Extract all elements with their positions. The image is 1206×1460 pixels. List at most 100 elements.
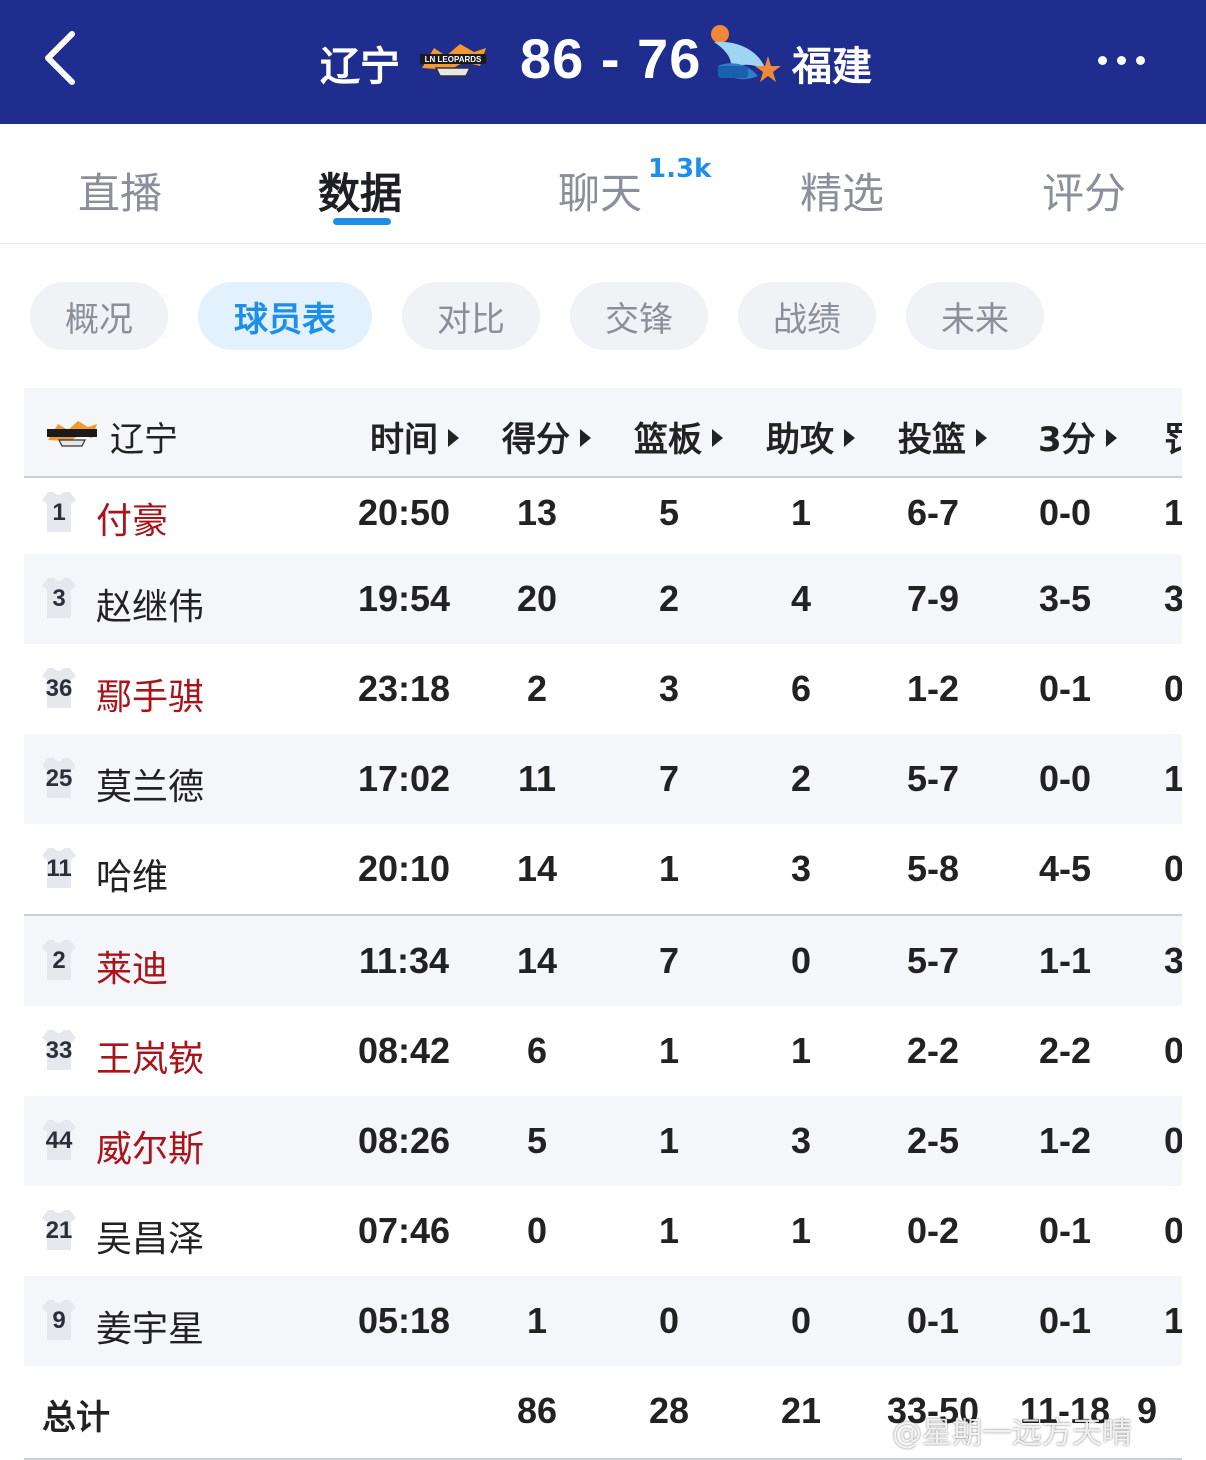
col-header-rebounds[interactable]: 篮板 <box>634 412 723 461</box>
col-header-assists[interactable]: 助攻 <box>766 412 855 461</box>
tab-data[interactable]: 数据 <box>318 160 402 221</box>
stat-time: 17:02 <box>357 758 451 799</box>
jersey-number: 11 <box>46 855 72 882</box>
active-tab-indicator <box>333 218 391 225</box>
main-tabs: 直播 数据 聊天 1.3k 精选 评分 <box>0 124 1206 244</box>
stat-pts: 11 <box>517 758 557 799</box>
player-name[interactable]: 付豪 <box>96 492 168 544</box>
pill-head-to-head[interactable]: 交锋 <box>570 282 708 350</box>
stat-fg: 0-1 <box>906 1300 960 1341</box>
sub-tabs: 概况 球员表 对比 交锋 战绩 未来 <box>0 244 1206 386</box>
stat-three: 2-2 <box>1038 1030 1092 1071</box>
table-row[interactable]: 1 付豪 20:50 13 5 1 6-7 0-0 1 <box>24 478 1182 554</box>
stat-time: 08:26 <box>357 1120 451 1161</box>
stat-ft: 0 <box>1164 1210 1182 1251</box>
player-name[interactable]: 莫兰德 <box>96 758 204 810</box>
stat-time: 07:46 <box>357 1210 451 1251</box>
stat-fg: 2-2 <box>906 1030 960 1071</box>
table-row[interactable]: 33 王岚嵚 08:42 6 1 1 2-2 2-2 0 <box>24 1006 1182 1096</box>
stat-reb: 7 <box>658 940 680 981</box>
stat-fg: 1-2 <box>906 668 960 709</box>
stat-ast: 6 <box>790 668 812 709</box>
stat-fg: 5-8 <box>906 848 960 889</box>
pill-overview[interactable]: 概况 <box>30 282 168 350</box>
player-name[interactable]: 威尔斯 <box>96 1120 204 1172</box>
stat-time: 20:10 <box>357 848 451 889</box>
stat-ft: 0 <box>1164 848 1182 889</box>
stat-ast: 1 <box>790 1210 812 1251</box>
table-row[interactable]: 11 哈维 20:10 14 1 3 5-8 4-5 0 <box>24 824 1182 914</box>
sort-arrow-icon <box>580 429 591 447</box>
jersey-icon: 21 <box>40 1208 78 1252</box>
stat-reb: 1 <box>658 1120 680 1161</box>
stat-reb: 1 <box>658 848 680 889</box>
pill-compare[interactable]: 对比 <box>402 282 540 350</box>
stat-fg: 6-7 <box>906 492 960 533</box>
table-row[interactable]: 25 莫兰德 17:02 11 7 2 5-7 0-0 1 <box>24 734 1182 824</box>
pill-upcoming[interactable]: 未来 <box>906 282 1044 350</box>
totals-assists: 21 <box>780 1390 822 1431</box>
team-logo-small <box>47 421 97 447</box>
back-arrow-icon[interactable] <box>38 28 90 88</box>
svg-text:LN LEOPARDS: LN LEOPARDS <box>425 55 482 64</box>
tab-chat[interactable]: 聊天 <box>558 160 642 221</box>
away-team-name: 福建 <box>792 44 872 90</box>
table-row[interactable]: 2 莱迪 11:34 14 7 0 5-7 1-1 3 <box>24 914 1182 1006</box>
table-row[interactable]: 36 鄢手骐 23:18 2 3 6 1-2 0-1 0 <box>24 644 1182 734</box>
stat-ast: 0 <box>790 940 812 981</box>
stat-pts: 6 <box>526 1030 548 1071</box>
stat-fg: 0-2 <box>906 1210 960 1251</box>
jersey-icon: 33 <box>40 1028 78 1072</box>
player-name[interactable]: 王岚嵚 <box>96 1030 204 1082</box>
table-row[interactable]: 9 姜宇星 05:18 1 0 0 0-1 0-1 1 <box>24 1276 1182 1366</box>
stat-three: 0-1 <box>1038 1300 1092 1341</box>
stat-reb: 3 <box>658 668 680 709</box>
home-team-name: 辽宁 <box>320 44 400 90</box>
table-row[interactable]: 44 威尔斯 08:26 5 1 3 2-5 1-2 0 <box>24 1096 1182 1186</box>
jersey-icon: 36 <box>40 666 78 710</box>
tab-live[interactable]: 直播 <box>78 160 162 221</box>
player-name[interactable]: 哈维 <box>96 848 168 900</box>
col-header-field-goals[interactable]: 投篮 <box>898 412 987 461</box>
stat-three: 0-1 <box>1038 668 1092 709</box>
sort-arrow-icon <box>448 429 459 447</box>
player-name[interactable]: 鄢手骐 <box>96 668 204 720</box>
stat-fg: 5-7 <box>906 758 960 799</box>
col-header-three-pointers[interactable]: 3分 <box>1038 412 1117 461</box>
more-menu-icon[interactable] <box>1098 50 1158 66</box>
table-row[interactable]: 21 吴昌泽 07:46 0 1 1 0-2 0-1 0 <box>24 1186 1182 1276</box>
player-name[interactable]: 姜宇星 <box>96 1300 204 1352</box>
stat-fg: 2-5 <box>906 1120 960 1161</box>
watermark-text: @星期一远方天晴 <box>892 1416 1132 1451</box>
col-header-free-throws[interactable]: 罚 <box>1164 412 1182 461</box>
jersey-icon: 1 <box>40 490 78 534</box>
player-name[interactable]: 吴昌泽 <box>96 1210 204 1262</box>
sort-arrow-icon <box>976 429 987 447</box>
sort-arrow-icon <box>844 429 855 447</box>
stat-ft: 1 <box>1164 492 1182 533</box>
col-header-time[interactable]: 时间 <box>370 412 459 461</box>
pill-record[interactable]: 战绩 <box>738 282 876 350</box>
stat-pts: 0 <box>526 1210 548 1251</box>
stat-time: 19:54 <box>357 578 451 619</box>
stat-reb: 1 <box>658 1210 680 1251</box>
totals-rebounds: 28 <box>648 1390 690 1431</box>
jersey-number: 33 <box>45 1037 73 1064</box>
player-name[interactable]: 莱迪 <box>96 940 168 992</box>
jersey-number: 21 <box>45 1217 73 1244</box>
tab-ratings[interactable]: 评分 <box>1042 160 1126 221</box>
tab-highlights[interactable]: 精选 <box>800 160 884 221</box>
stat-time: 23:18 <box>357 668 451 709</box>
stat-ft: 1 <box>1164 758 1182 799</box>
col-header-points[interactable]: 得分 <box>502 412 591 461</box>
stat-ft: 1 <box>1164 1300 1182 1341</box>
stat-three: 3-5 <box>1038 578 1092 619</box>
jersey-number: 44 <box>45 1127 73 1154</box>
stat-reb: 5 <box>658 492 680 533</box>
stat-three: 4-5 <box>1038 848 1092 889</box>
stat-time: 05:18 <box>357 1300 451 1341</box>
player-name[interactable]: 赵继伟 <box>96 578 204 630</box>
pill-player-stats[interactable]: 球员表 <box>198 282 372 350</box>
table-row[interactable]: 3 赵继伟 19:54 20 2 4 7-9 3-5 3 <box>24 554 1182 644</box>
jersey-icon: 25 <box>40 756 78 800</box>
